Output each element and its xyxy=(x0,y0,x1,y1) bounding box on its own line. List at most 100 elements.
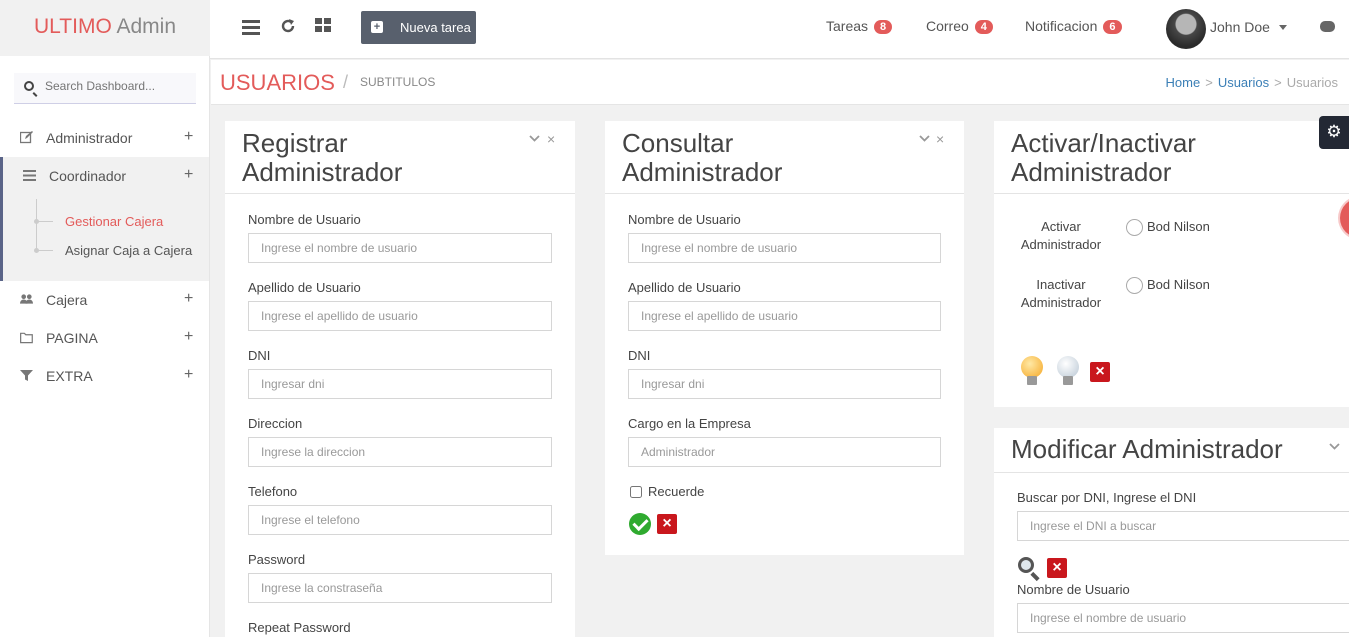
modify-admin-panel: Modificar Administrador Buscar por DNI, … xyxy=(994,428,1349,637)
close-icon[interactable]: × xyxy=(547,131,555,147)
chevron-down-icon[interactable] xyxy=(529,135,540,143)
chevron-down-icon[interactable] xyxy=(1329,443,1340,451)
avatar[interactable] xyxy=(1166,9,1206,49)
search-dni-field[interactable] xyxy=(1017,511,1349,541)
page-title: USUARIOS xyxy=(220,70,335,95)
chevron-down-icon[interactable] xyxy=(919,135,930,143)
activate-radio[interactable] xyxy=(1126,219,1143,236)
plus-icon[interactable]: + xyxy=(184,290,193,308)
sidebar-item-pagina[interactable]: PAGINA + xyxy=(0,319,209,357)
lastname-field[interactable] xyxy=(248,301,552,331)
search-dni-label: Buscar por DNI, Ingrese el DNI xyxy=(1017,490,1197,505)
top-bar: + Nueva tarea Tareas 8 Correo 4 Notificaci… xyxy=(210,0,1349,59)
username-field[interactable] xyxy=(628,233,941,263)
phone-field[interactable] xyxy=(248,505,552,535)
notifications-link[interactable]: Notificacion 6 xyxy=(1025,18,1122,34)
close-icon[interactable]: × xyxy=(657,514,677,534)
password-field[interactable] xyxy=(248,573,552,603)
tasks-label: Tareas xyxy=(826,18,869,34)
panel-title-line1: Registrar xyxy=(242,128,348,158)
sidebar-item-administrador[interactable]: Administrador + xyxy=(0,119,209,157)
panel-title-line2: Administrador xyxy=(242,157,403,187)
chevron-down-icon[interactable] xyxy=(1279,25,1287,30)
sidebar-item-label: Administrador xyxy=(46,130,133,146)
deactivate-option-label: Bod Nilson xyxy=(1147,277,1210,292)
sidebar-item-label: EXTRA xyxy=(46,368,93,384)
activate-label-line1: Activar xyxy=(1041,219,1081,234)
breadcrumb: Home > Usuarios > Usuarios xyxy=(1166,75,1338,90)
breadcrumb-usuarios[interactable]: Usuarios xyxy=(1218,75,1269,90)
chat-icon[interactable] xyxy=(1320,21,1335,32)
breadcrumb-home[interactable]: Home xyxy=(1166,75,1201,90)
logo-accent: ULTIMO xyxy=(34,15,112,38)
app-logo[interactable]: ULTIMO Admin xyxy=(0,0,210,56)
panel-header: Registrar Administrador × xyxy=(225,121,575,194)
sidebar-item-label: Coordinador xyxy=(49,168,127,184)
plus-icon[interactable]: + xyxy=(184,366,193,384)
panel-title: Registrar Administrador xyxy=(242,129,402,187)
search-input[interactable] xyxy=(45,79,190,93)
notifications-label: Notificacion xyxy=(1025,18,1098,34)
position-field[interactable] xyxy=(628,437,941,467)
field-label: Apellido de Usuario xyxy=(248,280,361,295)
lastname-field[interactable] xyxy=(628,301,941,331)
sidebar-subitem-asignar-caja[interactable]: Asignar Caja a Cajera xyxy=(65,243,192,258)
settings-gear-icon[interactable]: ⚙ xyxy=(1319,116,1349,149)
field-label: Nombre de Usuario xyxy=(1017,582,1130,597)
field-label: Apellido de Usuario xyxy=(628,280,741,295)
filter-icon xyxy=(20,370,33,381)
new-task-label: Nueva tarea xyxy=(400,20,471,35)
plus-icon[interactable]: + xyxy=(184,128,193,146)
list-icon xyxy=(23,170,36,181)
sidebar-subitem-gestionar-cajera[interactable]: Gestionar Cajera xyxy=(65,214,163,229)
username-field[interactable] xyxy=(248,233,552,263)
address-field[interactable] xyxy=(248,437,552,467)
magnifier-icon[interactable] xyxy=(1018,557,1034,573)
sidebar-item-extra[interactable]: EXTRA + xyxy=(0,357,209,395)
title-separator: / xyxy=(343,72,349,92)
page-header: USUARIOS / SUBTITULOS Home > Usuarios > Usua… xyxy=(211,60,1349,105)
refresh-icon[interactable] xyxy=(280,18,296,34)
submenu-connector xyxy=(38,250,53,251)
field-label: Nombre de Usuario xyxy=(248,212,361,227)
lightbulb-off-icon[interactable] xyxy=(1057,356,1079,385)
sidebar-item-label: PAGINA xyxy=(46,330,98,346)
sidebar-search[interactable] xyxy=(14,73,196,104)
lightbulb-on-icon[interactable] xyxy=(1021,356,1043,385)
tasks-link[interactable]: Tareas 8 xyxy=(826,18,893,34)
panel-title-line2: Administrador xyxy=(1011,157,1172,187)
close-icon[interactable]: × xyxy=(1090,362,1110,382)
dni-field[interactable] xyxy=(248,369,552,399)
query-admin-panel: Consultar Administrador × Nombre de Usuar… xyxy=(605,121,964,555)
field-label: Password xyxy=(248,552,306,567)
new-task-button[interactable]: + Nueva tarea xyxy=(361,11,476,44)
field-label: Cargo en la Empresa xyxy=(628,416,751,431)
panel-header: Modificar Administrador xyxy=(994,428,1349,473)
sidebar: Administrador + Coordinador + Gestionar … xyxy=(0,56,210,637)
sidebar-item-label: Cajera xyxy=(46,292,88,308)
activate-admin-panel: Activar/Inactivar Administrador Activar Ad… xyxy=(994,121,1349,407)
close-icon[interactable]: × xyxy=(936,131,944,147)
panel-title-line2: Administrador xyxy=(622,157,783,187)
deactivate-label: Inactivar Administrador xyxy=(1017,276,1105,312)
edit-icon xyxy=(20,131,33,144)
plus-icon[interactable]: + xyxy=(184,166,193,184)
close-icon[interactable]: × xyxy=(1047,558,1067,578)
panel-title: Modificar Administrador xyxy=(1011,434,1283,464)
mail-link[interactable]: Correo 4 xyxy=(926,18,993,34)
remember-checkbox[interactable] xyxy=(630,486,642,498)
hamburger-menu-icon[interactable] xyxy=(242,19,260,35)
submenu-connector xyxy=(38,221,53,222)
deactivate-label-line2: Administrador xyxy=(1020,295,1102,310)
username-field[interactable] xyxy=(1017,603,1349,633)
deactivate-radio[interactable] xyxy=(1126,277,1143,294)
plus-icon[interactable]: + xyxy=(184,328,193,346)
sidebar-item-coordinador[interactable]: Coordinador + xyxy=(0,157,209,195)
user-name[interactable]: John Doe xyxy=(1210,19,1270,35)
check-icon[interactable] xyxy=(629,513,651,535)
dni-field[interactable] xyxy=(628,369,941,399)
deactivate-label-line1: Inactivar xyxy=(1036,277,1086,292)
grid-icon[interactable] xyxy=(315,18,332,33)
sidebar-item-cajera[interactable]: Cajera + xyxy=(0,281,209,319)
panel-title-line1: Activar/Inactivar xyxy=(1011,128,1196,158)
